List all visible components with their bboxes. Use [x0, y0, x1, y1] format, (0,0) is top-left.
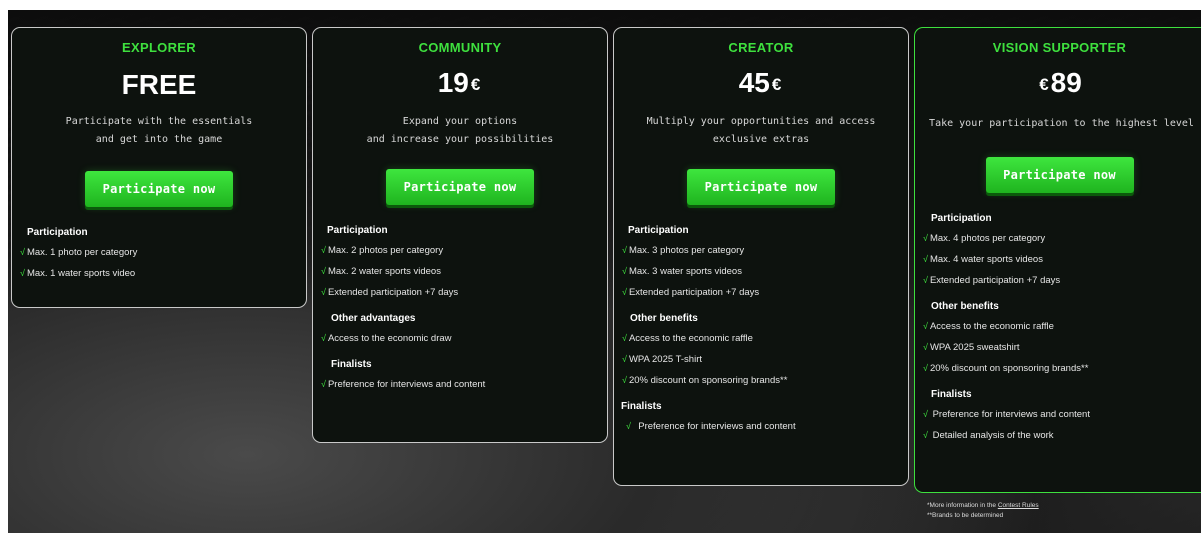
feature-item: √ 20% discount on sponsoring brands**: [923, 363, 1089, 374]
section-title: Finalists: [931, 389, 972, 400]
check-icon: √: [321, 287, 326, 297]
plan-tier: CREATOR: [728, 40, 794, 55]
feature-item: √ Max. 3 photos per category: [622, 245, 745, 256]
feature-item: √ Extended participation +7 days: [622, 287, 760, 298]
feature-item: √ Max. 1 photo per category: [20, 247, 138, 258]
feature-item: √ Max. 3 water sports videos: [622, 266, 742, 277]
feature-list: √ Max. 1 photo per category √ Max. 1 water…: [12, 242, 306, 284]
check-icon: √: [923, 363, 928, 373]
feature-list: √ Preference for interviews and content …: [915, 404, 1201, 446]
feature-item: √ Max. 2 photos per category: [321, 245, 444, 256]
feature-item: √ Preference for interviews and content: [321, 379, 486, 390]
feature-list: √ Access to the economic draw: [313, 328, 607, 349]
feature-item: √ Max. 2 water sports videos: [321, 266, 441, 277]
euro-icon: €: [1039, 75, 1049, 94]
section-title: Other benefits: [931, 301, 999, 312]
check-icon: √: [923, 430, 928, 440]
plan-card-creator: CREATOR 45 € Multiply your opportunities …: [613, 27, 909, 486]
check-icon: √: [20, 268, 25, 278]
check-icon: √: [321, 245, 326, 255]
feature-list: √ Max. 4 photos per category √ Max. 4 wate…: [915, 228, 1201, 291]
feature-list: √ Max. 3 photos per category √ Max. 3 wate…: [614, 240, 908, 303]
plan-price: 45 €: [614, 67, 908, 99]
feature-item: √ Preference for interviews and content: [626, 421, 796, 432]
feature-item: √ 20% discount on sponsoring brands**: [622, 375, 788, 386]
feature-list: √ Preference for interviews and content: [313, 374, 607, 395]
section-title: Participation: [27, 227, 88, 238]
check-icon: √: [923, 233, 928, 243]
feature-item: √ Max. 4 water sports videos: [923, 254, 1043, 265]
feature-item: √ Extended participation +7 days: [321, 287, 459, 298]
plan-tier: EXPLORER: [122, 40, 196, 55]
check-icon: √: [20, 247, 25, 257]
plan-price: FREE: [12, 69, 306, 101]
section-title: Participation: [327, 225, 388, 236]
check-icon: √: [622, 287, 627, 297]
plan-description: Multiply your opportunities and access e…: [646, 116, 876, 145]
plan-price: €89: [915, 67, 1201, 99]
price-value: 89: [1050, 67, 1082, 98]
footnotes: *More information in the Contest Rules *…: [927, 501, 1039, 521]
section-title: Other advantages: [331, 313, 416, 324]
plan-card-community: COMMUNITY 19 € Expand your options and in…: [312, 27, 608, 443]
check-icon: √: [923, 409, 928, 419]
plan-description: Take your participation to the highest l…: [929, 118, 1194, 129]
euro-icon: €: [771, 75, 782, 94]
feature-item: √ Access to the economic raffle: [622, 333, 753, 344]
feature-item: √ Preference for interviews and content: [923, 409, 1090, 420]
plan-price: 19 €: [313, 67, 607, 99]
feature-list: √ Access to the economic raffle √ WPA 2025…: [614, 328, 908, 391]
footnote-brands: **Brands to be determined: [927, 512, 1004, 519]
feature-item: √ Access to the economic raffle: [923, 321, 1054, 332]
section-title: Finalists: [621, 401, 662, 412]
plan-tier: VISION SUPPORTER: [992, 40, 1127, 55]
section-title: Finalists: [331, 359, 372, 370]
section-title: Other benefits: [630, 313, 698, 324]
feature-item: √ WPA 2025 T-shirt: [622, 354, 702, 365]
check-icon: √: [923, 275, 928, 285]
check-icon: √: [923, 342, 928, 352]
participate-now-button[interactable]: Participate now: [85, 171, 233, 207]
feature-item: √ Max. 4 photos per category: [923, 233, 1046, 244]
section-title: Participation: [628, 225, 689, 236]
feature-item: √ Max. 1 water sports video: [20, 268, 136, 279]
plan-card-explorer: EXPLORER FREE Participate with the essen…: [11, 27, 307, 308]
check-icon: √: [622, 266, 627, 276]
price-value: 45: [738, 67, 770, 98]
check-icon: √: [626, 421, 631, 431]
euro-icon: €: [470, 75, 481, 94]
check-icon: √: [622, 375, 627, 385]
check-icon: √: [622, 245, 627, 255]
feature-item: √ Access to the economic draw: [321, 333, 452, 344]
check-icon: √: [321, 333, 326, 343]
participate-now-button[interactable]: Participate now: [985, 157, 1134, 193]
plan-tier: COMMUNITY: [418, 40, 502, 55]
feature-item: √ Detailed analysis of the work: [923, 430, 1054, 441]
feature-list: √ Max. 2 photos per category √ Max. 2 wate…: [313, 240, 607, 303]
check-icon: √: [622, 354, 627, 364]
plan-description: Participate with the essentials and get …: [65, 116, 253, 145]
check-icon: √: [622, 333, 627, 343]
feature-item: √ WPA 2025 sweatshirt: [923, 342, 1020, 353]
price-value: 19: [437, 67, 469, 98]
plan-description: Expand your options and increase your po…: [366, 116, 554, 145]
plan-card-vision-supporter: VISION SUPPORTER €89 Take your participa…: [914, 27, 1201, 493]
contest-rules-link[interactable]: Contest Rules: [998, 502, 1039, 509]
price-value: FREE: [121, 69, 197, 100]
check-icon: √: [321, 379, 326, 389]
check-icon: √: [321, 266, 326, 276]
check-icon: √: [923, 321, 928, 331]
feature-list: √ Preference for interviews and content: [614, 416, 908, 437]
feature-list: √ Access to the economic raffle √ WPA 2025…: [915, 316, 1201, 379]
participate-now-button[interactable]: Participate now: [687, 169, 835, 205]
footnote-contest-rules: *More information in the Contest Rules: [927, 502, 1039, 509]
check-icon: √: [923, 254, 928, 264]
participate-now-button[interactable]: Participate now: [386, 169, 534, 205]
section-title: Participation: [931, 213, 992, 224]
feature-item: √ Extended participation +7 days: [923, 275, 1061, 286]
